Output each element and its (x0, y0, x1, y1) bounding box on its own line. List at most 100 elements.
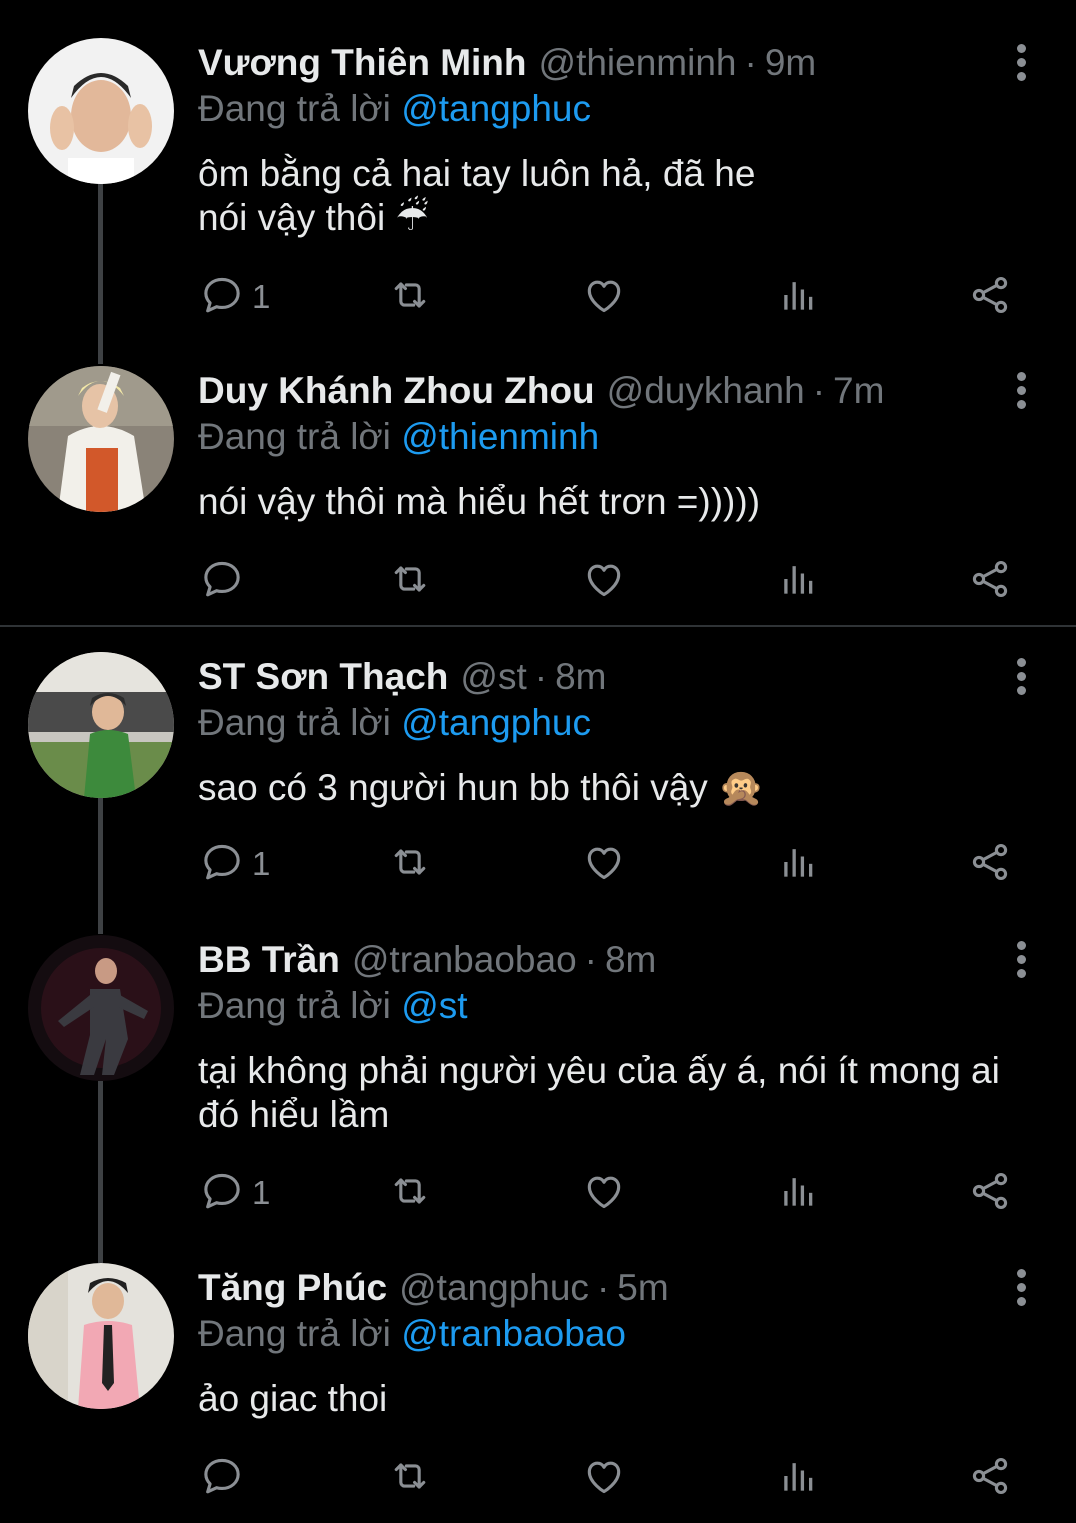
mention-link[interactable]: @tangphuc (401, 88, 591, 129)
action-bar: 1 (198, 272, 1028, 322)
retweet-icon (388, 840, 432, 889)
views-icon (776, 557, 820, 606)
reply-button[interactable]: 1 (200, 839, 270, 889)
reply-icon (200, 557, 244, 606)
display-name[interactable]: BB Trần (198, 939, 340, 981)
mention-link[interactable]: @thienminh (401, 416, 599, 457)
like-button[interactable] (582, 1453, 626, 1503)
retweet-button[interactable] (388, 839, 432, 889)
mention-link[interactable]: @tranbaobao (401, 1313, 626, 1354)
display-name[interactable]: Vương Thiên Minh (198, 42, 527, 84)
tweet-text-line: tại không phải người yêu của ấy á, nói í… (198, 1050, 1000, 1091)
reply-button[interactable] (200, 1453, 252, 1503)
views-icon (776, 840, 820, 889)
share-icon (968, 1454, 1012, 1503)
views-button[interactable] (776, 839, 820, 889)
tweet-header: Duy Khánh Zhou Zhou @duykhanh · 7m (198, 366, 884, 416)
replying-to-label: Đang trả lời (198, 416, 391, 457)
reply-icon (200, 1169, 244, 1218)
reply-button[interactable]: 1 (200, 272, 270, 322)
more-icon[interactable] (1008, 44, 1034, 84)
timestamp[interactable]: 7m (833, 370, 884, 412)
tweet-text: ôm bằng cả hai tay luôn hả, đã he nói vậ… (198, 152, 1048, 240)
reply-icon (200, 840, 244, 889)
tweet-text-line: nói vậy thôi ☔ (198, 197, 429, 238)
like-button[interactable] (582, 272, 626, 322)
avatar-image (28, 366, 174, 512)
tweet-header: BB Trần @tranbaobao · 8m (198, 935, 656, 985)
views-button[interactable] (776, 1453, 820, 1503)
tweet-header: ST Sơn Thạch @st · 8m (198, 652, 606, 702)
reply-icon (200, 1454, 244, 1503)
action-bar: 1 (198, 839, 1028, 889)
retweet-icon (388, 557, 432, 606)
display-name[interactable]: Duy Khánh Zhou Zhou (198, 370, 595, 412)
avatar[interactable] (28, 38, 174, 184)
timestamp[interactable]: 8m (555, 656, 606, 698)
views-icon (776, 1169, 820, 1218)
action-bar (198, 556, 1028, 606)
reply-count: 1 (252, 278, 271, 315)
share-button[interactable] (968, 272, 1012, 322)
conversation-divider (0, 625, 1076, 627)
reply-button[interactable] (200, 556, 252, 606)
share-button[interactable] (968, 556, 1012, 606)
share-button[interactable] (968, 1453, 1012, 1503)
retweet-button[interactable] (388, 272, 432, 322)
avatar[interactable] (28, 935, 174, 1081)
user-handle[interactable]: @duykhanh (607, 370, 805, 412)
share-button[interactable] (968, 839, 1012, 889)
tweet-text-line: nói vậy thôi mà hiểu hết trơn =))))) (198, 481, 761, 522)
more-icon[interactable] (1008, 658, 1034, 698)
thread-line (98, 798, 103, 934)
views-icon (776, 273, 820, 322)
more-icon[interactable] (1008, 1269, 1034, 1309)
like-button[interactable] (582, 556, 626, 606)
tweet-text: nói vậy thôi mà hiểu hết trơn =))))) (198, 480, 1048, 524)
like-icon (582, 557, 626, 606)
separator-dot: · (534, 656, 548, 697)
tweet-text: sao có 3 người hun bb thôi vậy 🙊 (198, 766, 1048, 810)
retweet-button[interactable] (388, 556, 432, 606)
reply-icon (200, 273, 244, 322)
separator-dot: · (596, 1267, 610, 1308)
thread-line (98, 1081, 103, 1263)
like-button[interactable] (582, 1168, 626, 1218)
mention-link[interactable]: @st (401, 985, 467, 1026)
share-icon (968, 273, 1012, 322)
user-handle[interactable]: @st (460, 656, 526, 698)
tweet-header: Tăng Phúc @tangphuc · 5m (198, 1263, 669, 1313)
user-handle[interactable]: @thienminh (539, 42, 737, 84)
views-button[interactable] (776, 556, 820, 606)
avatar[interactable] (28, 652, 174, 798)
separator-dot: · (812, 370, 826, 411)
mention-link[interactable]: @tangphuc (401, 702, 591, 743)
avatar[interactable] (28, 366, 174, 512)
tweet-text: ảo giac thoi (198, 1377, 1048, 1421)
avatar[interactable] (28, 1263, 174, 1409)
timestamp[interactable]: 5m (617, 1267, 668, 1309)
more-icon[interactable] (1008, 941, 1034, 981)
retweet-button[interactable] (388, 1453, 432, 1503)
display-name[interactable]: Tăng Phúc (198, 1267, 387, 1309)
separator-dot: · (584, 939, 597, 980)
views-button[interactable] (776, 272, 820, 322)
user-handle[interactable]: @tranbaobao (352, 939, 577, 981)
share-icon (968, 840, 1012, 889)
tweet-text-line: ôm bằng cả hai tay luôn hả, đã he (198, 153, 756, 194)
replying-to-label: Đang trả lời (198, 88, 391, 129)
like-button[interactable] (582, 839, 626, 889)
reply-button[interactable]: 1 (200, 1168, 270, 1218)
views-button[interactable] (776, 1168, 820, 1218)
replying-to-label: Đang trả lời (198, 1313, 391, 1354)
user-handle[interactable]: @tangphuc (399, 1267, 589, 1309)
share-button[interactable] (968, 1168, 1012, 1218)
timestamp[interactable]: 8m (605, 939, 656, 981)
display-name[interactable]: ST Sơn Thạch (198, 656, 448, 698)
avatar-image (28, 935, 174, 1081)
replying-to: Đang trả lời @tangphuc (198, 702, 591, 744)
timestamp[interactable]: 9m (765, 42, 816, 84)
retweet-button[interactable] (388, 1168, 432, 1218)
replying-to: Đang trả lời @thienminh (198, 416, 599, 458)
more-icon[interactable] (1008, 372, 1034, 412)
